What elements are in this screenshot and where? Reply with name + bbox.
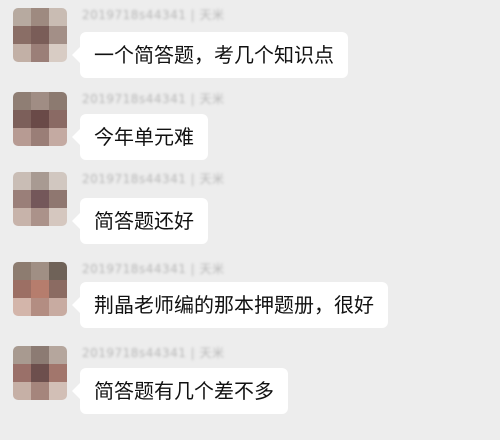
sender-name: 2019718s44341 | 天米 [82,262,225,276]
avatar-pixel [13,92,31,110]
avatar-pixel [49,190,67,208]
avatar-pixel [13,44,31,62]
message-bubble[interactable]: 简答题有几个差不多 [72,368,288,414]
avatar-pixel [13,26,31,44]
message-bubble[interactable]: 荆晶老师编的那本押题册，很好 [72,282,388,328]
avatar-pixel [13,128,31,146]
avatar-pixel [49,44,67,62]
avatar-pixel [31,172,49,190]
avatar-pixel [13,298,31,316]
avatar-pixel [13,346,31,364]
avatar-pixel [13,172,31,190]
avatar-pixel [31,26,49,44]
avatar-pixel [49,110,67,128]
avatar-pixel [49,92,67,110]
avatar-pixel [49,262,67,280]
avatar-pixel [13,280,31,298]
avatar-pixel [31,208,49,226]
avatar[interactable] [13,8,67,62]
avatar-pixel [49,208,67,226]
avatar[interactable] [13,262,67,316]
avatar-pixel [49,364,67,382]
avatar-pixel [31,364,49,382]
sender-name: 2019718s44341 | 天米 [82,8,225,22]
avatar-pixel [13,110,31,128]
avatar-pixel [31,346,49,364]
avatar-pixel [49,298,67,316]
avatar-pixel [13,364,31,382]
avatar-pixel [49,280,67,298]
avatar-pixel [49,172,67,190]
avatar[interactable] [13,92,67,146]
avatar-pixel [31,298,49,316]
avatar-pixel [13,382,31,400]
message-bubble[interactable]: 一个简答题，考几个知识点 [72,32,348,78]
avatar-pixel [31,110,49,128]
avatar-pixel [49,382,67,400]
avatar-pixel [31,92,49,110]
avatar-pixel [49,346,67,364]
avatar-pixel [31,262,49,280]
avatar-pixel [31,44,49,62]
avatar-pixel [31,382,49,400]
avatar-pixel [49,8,67,26]
message-bubble[interactable]: 简答题还好 [72,198,208,244]
avatar-pixel [49,128,67,146]
avatar-pixel [13,8,31,26]
avatar[interactable] [13,172,67,226]
avatar-pixel [49,26,67,44]
avatar-pixel [13,262,31,280]
avatar-pixel [31,190,49,208]
avatar-pixel [13,208,31,226]
sender-name: 2019718s44341 | 天米 [82,346,225,360]
sender-name: 2019718s44341 | 天米 [82,92,225,106]
message-bubble[interactable]: 今年单元难 [72,114,208,160]
avatar-pixel [31,280,49,298]
avatar-pixel [31,128,49,146]
avatar-pixel [31,8,49,26]
sender-name: 2019718s44341 | 天米 [82,172,225,186]
avatar-pixel [13,190,31,208]
avatar[interactable] [13,346,67,400]
